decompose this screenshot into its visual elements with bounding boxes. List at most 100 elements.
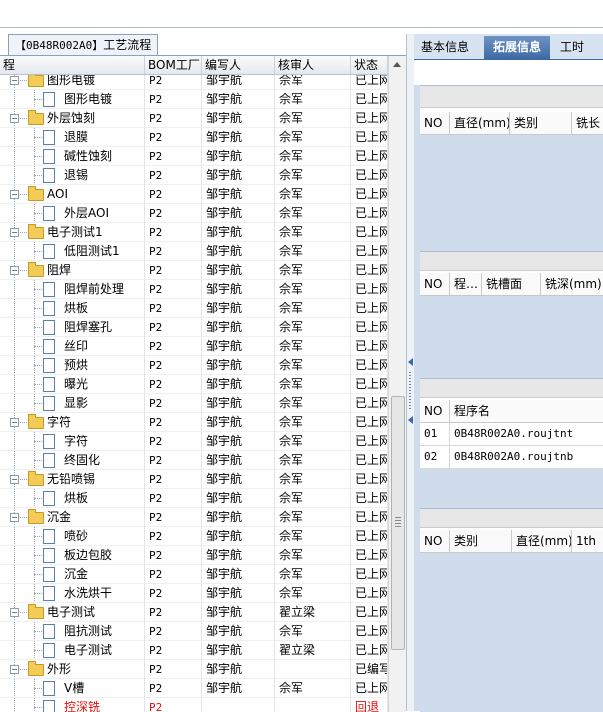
process-step-row[interactable]: 沉金 P2 邹宇航 佘军 已上网 [0, 565, 388, 584]
col-writer[interactable]: 编写人 [202, 56, 275, 74]
process-name: 电子测试1 [47, 225, 103, 239]
process-name: 图形电镀 [47, 75, 96, 87]
scroll-up-arrow-icon[interactable] [393, 62, 401, 67]
tool-table-body [420, 553, 603, 712]
process-group-row[interactable]: − AOI P2 邹宇航 佘军 已上网 [0, 185, 388, 204]
collapse-left-arrow-icon[interactable] [408, 358, 413, 366]
drill-col-no[interactable]: NO [420, 112, 450, 134]
process-step-row[interactable]: V槽 P2 邹宇航 佘军 已上网 [0, 679, 388, 698]
process-group-row[interactable]: − 电子测试1 P2 邹宇航 佘军 已上网 [0, 223, 388, 242]
process-cell: − 图形电镀 [0, 75, 145, 90]
slot-col-face[interactable]: 铣槽面 [482, 273, 541, 295]
reviewer-name: 佘军 [275, 489, 351, 508]
process-step-row[interactable]: 图形电镀 P2 邹宇航 佘军 已上网 [0, 90, 388, 109]
document-icon [43, 529, 55, 544]
program-col-name[interactable]: 程序名 [450, 400, 603, 422]
tab-work-hours[interactable]: 工时 [552, 36, 592, 59]
process-step-row[interactable]: 低阻测试1 P2 邹宇航 佘军 已上网 [0, 242, 388, 261]
collapse-arrow-icon[interactable] [408, 416, 413, 424]
col-bom[interactable]: BOM工厂 [145, 56, 202, 74]
tool-col-no[interactable]: NO [420, 530, 450, 552]
collapse-toggle-icon[interactable]: − [10, 114, 19, 123]
collapse-toggle-icon[interactable]: − [10, 190, 19, 199]
process-step-row[interactable]: 字符 P2 邹宇航 佘军 已上网 [0, 432, 388, 451]
scrollbar-thumb[interactable] [391, 396, 405, 650]
program-col-no[interactable]: NO [420, 400, 450, 422]
process-name: V槽 [64, 681, 85, 695]
process-step-row[interactable]: 烘板 P2 邹宇航 佘军 已上网 [0, 299, 388, 318]
process-group-row[interactable]: − 沉金 P2 邹宇航 佘军 已上网 [0, 508, 388, 527]
slot-col-program[interactable]: 程… [450, 273, 482, 295]
tab-basic-info[interactable]: 基本信息 [414, 36, 476, 59]
bom-factory: P2 [145, 109, 202, 128]
drill-col-diameter[interactable]: 直径(mm) [450, 112, 510, 134]
process-step-row[interactable]: 阻焊塞孔 P2 邹宇航 佘军 已上网 [0, 318, 388, 337]
process-name: 图形电镀 [64, 92, 113, 106]
process-group-row[interactable]: − 外层蚀刻 P2 邹宇航 佘军 已上网 [0, 109, 388, 128]
document-icon [43, 244, 55, 259]
grid-scrollbar[interactable] [388, 56, 406, 712]
program-row[interactable]: 01 0B48R002A0.roujtnt [420, 423, 603, 446]
col-reviewer[interactable]: 核审人 [275, 56, 351, 74]
process-step-row[interactable]: 控深铣 P2 回退 [0, 698, 388, 712]
process-step-row[interactable]: 阻抗测试 P2 邹宇航 佘军 已上网 [0, 622, 388, 641]
tool-col-diameter[interactable]: 直径(mm) [512, 530, 572, 552]
process-step-row[interactable]: 退锡 P2 邹宇航 佘军 已上网 [0, 166, 388, 185]
detail-tabs: 基本信息 拓展信息 工时 [414, 34, 603, 59]
drill-col-type[interactable]: 类别 [510, 112, 572, 134]
folder-icon [28, 414, 44, 429]
process-cell: 丝印 [0, 337, 145, 356]
process-step-row[interactable]: 显影 P2 邹宇航 佘军 已上网 [0, 394, 388, 413]
slot-col-depth[interactable]: 铣深(mm) [541, 273, 603, 295]
process-cell: 图形电镀 [0, 90, 145, 109]
collapse-toggle-icon[interactable]: − [10, 418, 19, 427]
process-step-row[interactable]: 烘板 P2 邹宇航 佘军 已上网 [0, 489, 388, 508]
process-step-row[interactable]: 电子测试 P2 邹宇航 翟立梁 已上网 [0, 641, 388, 660]
bom-factory: P2 [145, 603, 202, 622]
reviewer-name: 佘军 [275, 394, 351, 413]
process-group-row[interactable]: − 图形电镀 P2 邹宇航 佘军 已上网 [0, 75, 388, 90]
process-group-row[interactable]: − 阻焊 P2 邹宇航 佘军 已上网 [0, 261, 388, 280]
collapse-toggle-icon[interactable]: − [10, 475, 19, 484]
process-cell: 曝光 [0, 375, 145, 394]
tab-extended-info[interactable]: 拓展信息 [484, 36, 550, 59]
process-group-row[interactable]: − 无铅喷锡 P2 邹宇航 佘军 已上网 [0, 470, 388, 489]
tool-col-type[interactable]: 类别 [450, 530, 512, 552]
process-step-row[interactable]: 阻焊前处理 P2 邹宇航 佘军 已上网 [0, 280, 388, 299]
slot-col-no[interactable]: NO [420, 273, 450, 295]
drill-col-length[interactable]: 铣长 [572, 112, 603, 134]
process-step-row[interactable]: 喷砂 P2 邹宇航 佘军 已上网 [0, 527, 388, 546]
collapse-toggle-icon[interactable]: − [10, 228, 19, 237]
process-step-row[interactable]: 曝光 P2 邹宇航 佘军 已上网 [0, 375, 388, 394]
process-step-row[interactable]: 预烘 P2 邹宇航 佘军 已上网 [0, 356, 388, 375]
tool-panel: NO 类别 直径(mm) 1th [420, 508, 603, 712]
process-step-row[interactable]: 丝印 P2 邹宇航 佘军 已上网 [0, 337, 388, 356]
process-cell: 控深铣 [0, 698, 145, 712]
process-group-row[interactable]: − 电子测试 P2 邹宇航 翟立梁 已上网 [0, 603, 388, 622]
process-step-row[interactable]: 碱性蚀刻 P2 邹宇航 佘军 已上网 [0, 147, 388, 166]
document-icon [43, 377, 55, 392]
collapse-toggle-icon[interactable]: − [10, 513, 19, 522]
process-step-row[interactable]: 板边包胶 P2 邹宇航 佘军 已上网 [0, 546, 388, 565]
process-group-row[interactable]: − 字符 P2 邹宇航 佘军 已上网 [0, 413, 388, 432]
process-cell: − 无铅喷锡 [0, 470, 145, 489]
process-step-row[interactable]: 水洗烘干 P2 邹宇航 佘军 已上网 [0, 584, 388, 603]
process-step-row[interactable]: 退膜 P2 邹宇航 佘军 已上网 [0, 128, 388, 147]
process-step-row[interactable]: 终固化 P2 邹宇航 佘军 已上网 [0, 451, 388, 470]
bom-factory: P2 [145, 451, 202, 470]
process-flow-tab[interactable]: 【0B48R002A0】工艺流程 [8, 34, 159, 55]
reviewer-name: 佘军 [275, 546, 351, 565]
document-icon [43, 567, 55, 582]
program-row[interactable]: 02 0B48R002A0.roujtnb [420, 446, 603, 469]
collapse-toggle-icon[interactable]: − [10, 266, 19, 275]
collapse-toggle-icon[interactable]: − [10, 665, 19, 674]
col-status[interactable]: 状态 [351, 56, 388, 74]
process-step-row[interactable]: 外层AOI P2 邹宇航 佘军 已上网 [0, 204, 388, 223]
collapse-toggle-icon[interactable]: − [10, 76, 19, 85]
col-process[interactable]: 程 [0, 56, 145, 74]
collapse-toggle-icon[interactable]: − [10, 608, 19, 617]
drill-panel-caption [420, 86, 603, 108]
tool-col-1th[interactable]: 1th [572, 530, 603, 552]
process-group-row[interactable]: − 外形 P2 邹宇航 已编写 [0, 660, 388, 679]
status-text: 已编写 [351, 660, 388, 679]
